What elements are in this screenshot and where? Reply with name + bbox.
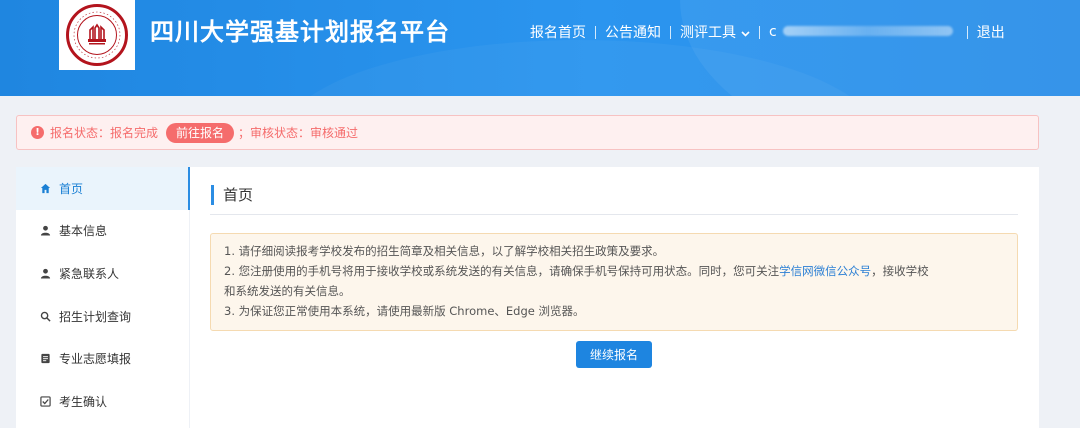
notice-box: 1. 请仔细阅读报考学校发布的招生简章及相关信息，以了解学校相关招生政策及要求。…: [210, 233, 1018, 331]
user-name-redacted: [782, 26, 953, 36]
notice-line-2-prefix: 2. 您注册使用的手机号将用于接收学校或系统发送的有关信息，请确保手机号保持可用…: [224, 264, 780, 278]
sidebar-menu: 首页 基本信息 紧急联系人 招生计划查询 专业志愿填报 考生确认: [16, 167, 190, 428]
sidebar-item-home[interactable]: 首页: [16, 167, 190, 210]
user-icon: [39, 267, 51, 279]
notice-line-3: 和系统发送的有关信息。: [224, 284, 351, 298]
sidebar-item-label: 紧急联系人: [59, 266, 120, 281]
review-status-text: ；审核状态：审核通过: [238, 126, 359, 140]
sidebar-item-emergency-contact[interactable]: 紧急联系人: [16, 252, 189, 295]
user-icon: [39, 225, 51, 237]
xuexin-wechat-link[interactable]: 学信网微信公众号: [779, 264, 871, 278]
notice-line-2: 2. 您注册使用的手机号将用于接收学校或系统发送的有关信息，请确保手机号保持可用…: [224, 261, 1017, 281]
nav-tools-dropdown[interactable]: 测评工具: [680, 22, 750, 42]
nav-home-link[interactable]: 报名首页: [530, 22, 586, 42]
continue-registration-button[interactable]: 继续报名: [576, 341, 652, 368]
alert-info-icon: !: [31, 126, 44, 139]
sidebar-item-label: 考生确认: [59, 394, 108, 409]
nav-separator: [966, 25, 968, 39]
notice-line-4: 3. 为保证您正常使用本系统，请使用最新版 Chrome、Edge 浏览器。: [224, 304, 585, 318]
nav-notice-link[interactable]: 公告通知: [605, 22, 661, 42]
document-icon: [39, 353, 51, 365]
sidebar-item-label: 首页: [59, 181, 84, 196]
user-name-initial: c: [769, 24, 777, 40]
nav-logout-link[interactable]: 退出: [977, 22, 1005, 42]
sidebar-item-major-preference[interactable]: 专业志愿填报: [16, 337, 189, 380]
sidebar-item-basic-info[interactable]: 基本信息: [16, 210, 189, 253]
sidebar-item-label: 招生计划查询: [59, 309, 132, 324]
university-seal-icon: [66, 4, 128, 66]
main-panel: 首页 1. 请仔细阅读报考学校发布的招生简章及相关信息，以了解学校相关招生政策及…: [190, 167, 1039, 428]
notice-line-2-suffix: ，接收学校: [871, 264, 929, 278]
nav-user-account[interactable]: c: [769, 24, 953, 40]
nav-separator: [595, 25, 596, 39]
university-logo[interactable]: [59, 0, 135, 70]
title-divider: [210, 214, 1018, 215]
page-title: 首页: [211, 185, 253, 205]
header-banner: 四川大学强基计划报名平台 报名首页 公告通知 测评工具 c 退出: [0, 0, 1080, 96]
registration-status-text: 报名状态：报名完成: [50, 126, 159, 140]
go-to-registration-button[interactable]: 前往报名: [166, 122, 235, 143]
registration-status-alert: ! 报名状态：报名完成 前往报名 ；审核状态：审核通过: [16, 115, 1039, 150]
checkbox-icon: [39, 395, 51, 407]
nav-tools-label: 测评工具: [680, 25, 736, 41]
sidebar-item-candidate-confirm[interactable]: 考生确认: [16, 380, 189, 423]
top-nav: 报名首页 公告通知 测评工具 c 退出: [530, 22, 1005, 42]
site-title: 四川大学强基计划报名平台: [150, 18, 450, 46]
sidebar-item-label: 基本信息: [59, 224, 108, 239]
nav-separator: [759, 25, 760, 39]
nav-separator: [670, 25, 671, 39]
notice-line-1: 1. 请仔细阅读报考学校发布的招生简章及相关信息，以了解学校相关招生政策及要求。: [224, 244, 665, 258]
search-icon: [39, 310, 51, 322]
home-icon: [39, 182, 51, 194]
sidebar-item-label: 专业志愿填报: [59, 352, 132, 367]
chevron-down-icon: [741, 29, 750, 40]
sidebar-item-enrollment-plan[interactable]: 招生计划查询: [16, 295, 189, 338]
